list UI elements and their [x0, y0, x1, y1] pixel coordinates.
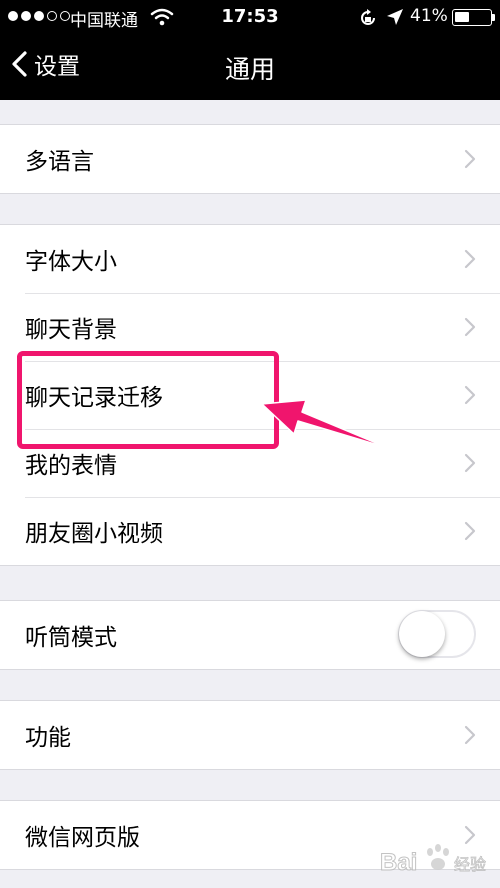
battery-cap: [492, 14, 495, 21]
location-arrow-icon: [387, 9, 403, 25]
section-language: 多语言: [0, 124, 500, 194]
chevron-right-icon: [464, 825, 476, 845]
earpiece-mode-toggle[interactable]: [398, 610, 476, 658]
menu-item-font-size[interactable]: 字体大小: [0, 225, 500, 293]
chevron-right-icon: [464, 453, 476, 473]
section-chat: 字体大小 聊天背景 聊天记录迁移 我的表情 朋友圈小视频: [0, 224, 500, 566]
menu-item-label: 多语言: [25, 149, 94, 175]
chevron-right-icon: [464, 249, 476, 269]
section-web: 微信网页版: [0, 800, 500, 870]
menu-item-earpiece-mode: 听筒模式: [0, 601, 500, 669]
menu-item-wechat-web[interactable]: 微信网页版: [0, 801, 500, 869]
menu-item-chat-background[interactable]: 聊天背景: [0, 293, 500, 361]
menu-item-features[interactable]: 功能: [0, 701, 500, 769]
menu-item-my-stickers[interactable]: 我的表情: [0, 429, 500, 497]
chevron-right-icon: [464, 385, 476, 405]
status-bar: 中国联通 17:53 41%: [0, 0, 500, 34]
battery-level-fill: [455, 12, 469, 22]
menu-item-chat-history-migration[interactable]: 聊天记录迁移: [0, 361, 500, 429]
menu-item-label: 聊天记录迁移: [25, 385, 163, 411]
menu-item-language[interactable]: 多语言: [0, 125, 500, 193]
section-features: 功能: [0, 700, 500, 770]
toggle-knob: [399, 611, 445, 657]
battery-icon: [452, 9, 492, 26]
chevron-right-icon: [464, 317, 476, 337]
menu-item-label: 听筒模式: [25, 625, 117, 651]
page-title: 通用: [224, 55, 275, 84]
menu-item-label: 我的表情: [25, 453, 117, 479]
menu-item-moments-video[interactable]: 朋友圈小视频: [0, 497, 500, 565]
chevron-right-icon: [464, 725, 476, 745]
chevron-right-icon: [464, 521, 476, 541]
menu-item-label: 聊天背景: [25, 317, 117, 343]
navigation-bar: 中国联通 17:53 41% 设置 通用: [0, 0, 500, 100]
battery-percentage: 41%: [410, 6, 448, 26]
menu-item-label: 字体大小: [25, 249, 117, 275]
menu-item-label: 微信网页版: [25, 825, 140, 851]
rotation-lock-icon: [361, 9, 375, 25]
chevron-right-icon: [464, 149, 476, 169]
section-earpiece: 听筒模式: [0, 600, 500, 670]
menu-item-label: 朋友圈小视频: [25, 521, 163, 547]
menu-item-label: 功能: [25, 725, 71, 751]
